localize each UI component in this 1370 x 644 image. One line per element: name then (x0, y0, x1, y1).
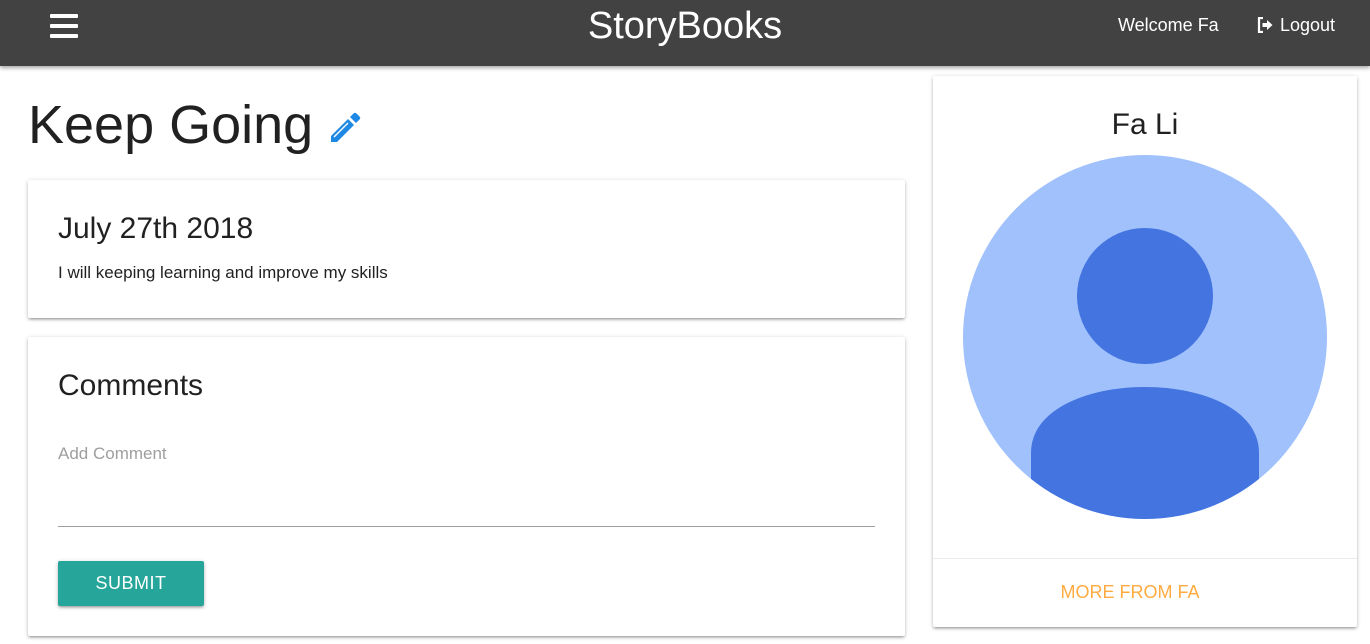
top-navbar: StoryBooks Welcome Fa Logout (0, 0, 1370, 66)
brand-link[interactable]: StoryBooks (588, 5, 782, 47)
story-body: I will keeping learning and improve my s… (58, 263, 388, 282)
story-title: Keep Going (28, 95, 314, 155)
comments-title: Comments (58, 369, 204, 402)
author-card: Fa Li MORE FROM FA (933, 76, 1357, 627)
comments-card: Comments Add Comment SUBMIT (28, 337, 905, 636)
add-comment-label: Add Comment (58, 444, 167, 463)
sign-out-icon (1257, 17, 1273, 33)
author-name: Fa Li (1111, 108, 1179, 141)
welcome-text: Welcome Fa (1118, 15, 1219, 35)
story-date: July 27th 2018 (58, 212, 254, 245)
logout-link[interactable]: Logout (1257, 14, 1335, 36)
more-from-author-link[interactable]: MORE FROM FA (933, 581, 1327, 603)
hamburger-menu-icon[interactable] (50, 12, 78, 40)
submit-button[interactable]: SUBMIT (58, 561, 204, 606)
comment-field: Add Comment (58, 437, 875, 529)
avatar (963, 155, 1327, 519)
logout-label: Logout (1280, 15, 1336, 35)
story-card: July 27th 2018 I will keeping learning a… (28, 180, 905, 318)
comment-input[interactable] (58, 473, 875, 527)
card-divider (933, 558, 1357, 559)
story-header: Keep Going (28, 92, 363, 158)
pencil-icon[interactable] (327, 110, 363, 146)
